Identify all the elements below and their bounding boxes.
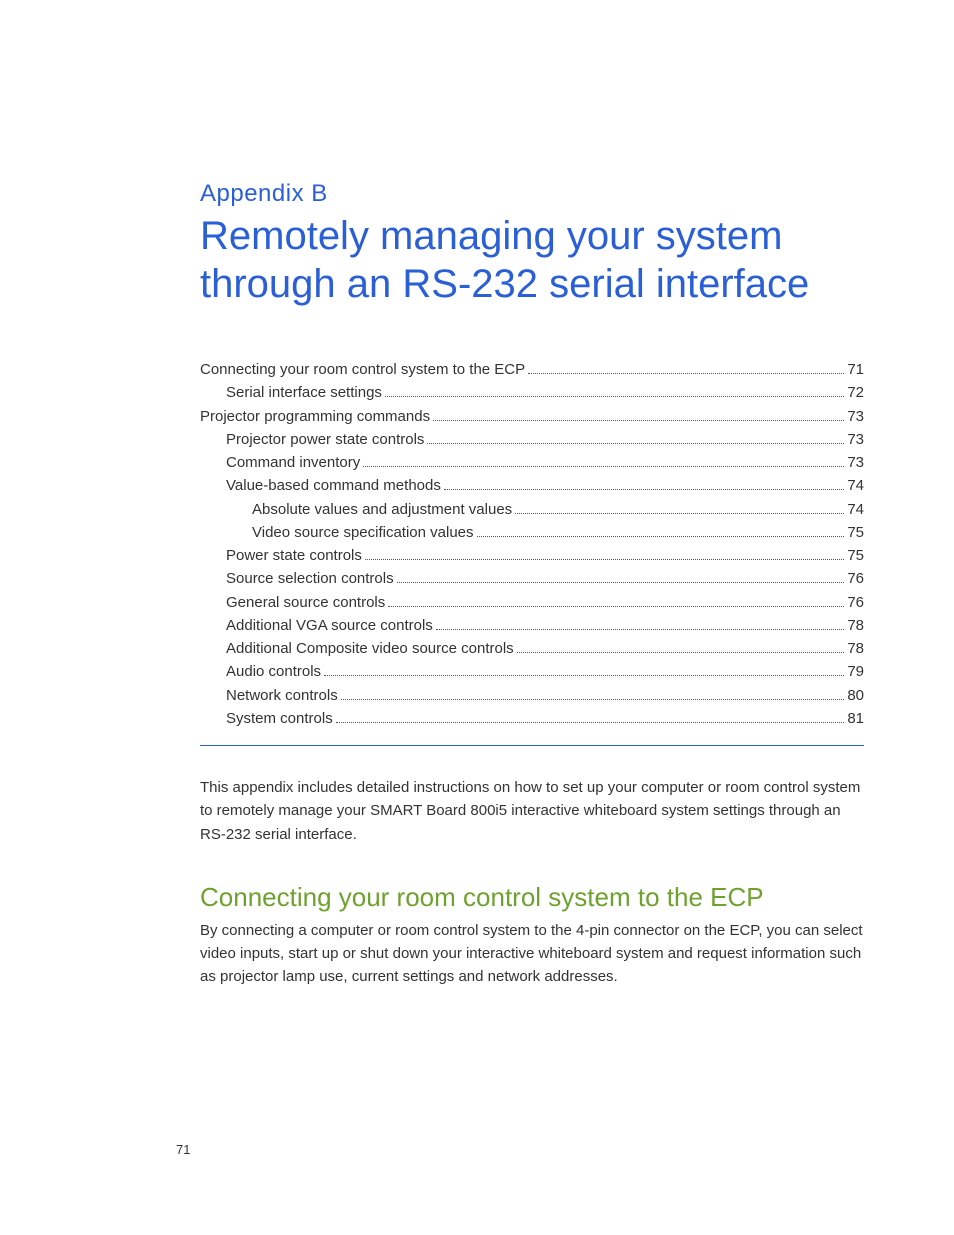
divider	[200, 745, 864, 746]
toc-entry-page: 80	[847, 684, 864, 707]
toc-leader-dots	[477, 536, 845, 537]
toc-leader-dots	[336, 722, 845, 723]
toc-entry[interactable]: Serial interface settings 72	[200, 381, 864, 404]
toc-entry[interactable]: Network controls 80	[200, 684, 864, 707]
toc-entry-label: System controls	[226, 707, 333, 730]
toc-entry-label: Command inventory	[226, 451, 360, 474]
toc-entry-label: Additional VGA source controls	[226, 614, 433, 637]
page: Appendix B Remotely managing your system…	[0, 0, 954, 1235]
toc-entry-page: 75	[847, 521, 864, 544]
toc-entry[interactable]: Source selection controls 76	[200, 567, 864, 590]
toc-entry-page: 74	[847, 474, 864, 497]
toc-entry-page: 76	[847, 567, 864, 590]
page-title: Remotely managing your system through an…	[200, 212, 864, 308]
toc-entry-label: Video source specification values	[252, 521, 474, 544]
toc-leader-dots	[433, 420, 844, 421]
toc-entry[interactable]: Command inventory 73	[200, 451, 864, 474]
toc-entry-page: 71	[847, 358, 864, 381]
toc-entry[interactable]: Power state controls 75	[200, 544, 864, 567]
toc-entry-page: 78	[847, 637, 864, 660]
toc-entry[interactable]: System controls 81	[200, 707, 864, 730]
toc-leader-dots	[363, 466, 844, 467]
toc-entry[interactable]: Value-based command methods 74	[200, 474, 864, 497]
toc-entry-page: 74	[847, 498, 864, 521]
toc-entry-page: 73	[847, 451, 864, 474]
toc-leader-dots	[388, 606, 844, 607]
toc-entry[interactable]: Connecting your room control system to t…	[200, 358, 864, 381]
toc-entry-page: 72	[847, 381, 864, 404]
toc-entry-page: 79	[847, 660, 864, 683]
toc-leader-dots	[341, 699, 845, 700]
appendix-label: Appendix B	[200, 180, 864, 208]
toc-entry-page: 73	[847, 428, 864, 451]
toc-entry-page: 76	[847, 591, 864, 614]
page-number: 71	[176, 1142, 190, 1157]
toc-entry-label: Absolute values and adjustment values	[252, 498, 512, 521]
toc-leader-dots	[324, 675, 844, 676]
toc-leader-dots	[365, 559, 844, 560]
toc-leader-dots	[517, 652, 845, 653]
section-heading: Connecting your room control system to t…	[200, 882, 864, 913]
toc-entry-label: General source controls	[226, 591, 385, 614]
toc-leader-dots	[515, 513, 844, 514]
toc-entry-page: 75	[847, 544, 864, 567]
toc-entry-page: 73	[847, 405, 864, 428]
toc-leader-dots	[436, 629, 845, 630]
toc-entry[interactable]: Additional Composite video source contro…	[200, 637, 864, 660]
toc-entry-page: 78	[847, 614, 864, 637]
intro-paragraph: This appendix includes detailed instruct…	[200, 776, 864, 846]
toc-entry[interactable]: General source controls 76	[200, 591, 864, 614]
toc-entry-label: Additional Composite video source contro…	[226, 637, 514, 660]
toc-entry-label: Audio controls	[226, 660, 321, 683]
toc-entry[interactable]: Projector programming commands 73	[200, 405, 864, 428]
section-body: By connecting a computer or room control…	[200, 919, 864, 989]
toc-entry-label: Source selection controls	[226, 567, 394, 590]
toc-entry-label: Power state controls	[226, 544, 362, 567]
toc-leader-dots	[397, 582, 845, 583]
toc-leader-dots	[444, 489, 844, 490]
toc-entry[interactable]: Audio controls 79	[200, 660, 864, 683]
toc-entry-label: Network controls	[226, 684, 338, 707]
toc-entry[interactable]: Projector power state controls 73	[200, 428, 864, 451]
toc-entry-page: 81	[847, 707, 864, 730]
toc-entry[interactable]: Video source specification values 75	[200, 521, 864, 544]
toc-entry-label: Value-based command methods	[226, 474, 441, 497]
toc-leader-dots	[385, 396, 844, 397]
toc-entry-label: Projector power state controls	[226, 428, 424, 451]
toc-leader-dots	[427, 443, 844, 444]
toc-entry[interactable]: Absolute values and adjustment values 74	[200, 498, 864, 521]
table-of-contents: Connecting your room control system to t…	[200, 358, 864, 730]
toc-entry-label: Projector programming commands	[200, 405, 430, 428]
toc-entry-label: Serial interface settings	[226, 381, 382, 404]
toc-entry-label: Connecting your room control system to t…	[200, 358, 525, 381]
toc-leader-dots	[528, 373, 844, 374]
toc-entry[interactable]: Additional VGA source controls 78	[200, 614, 864, 637]
